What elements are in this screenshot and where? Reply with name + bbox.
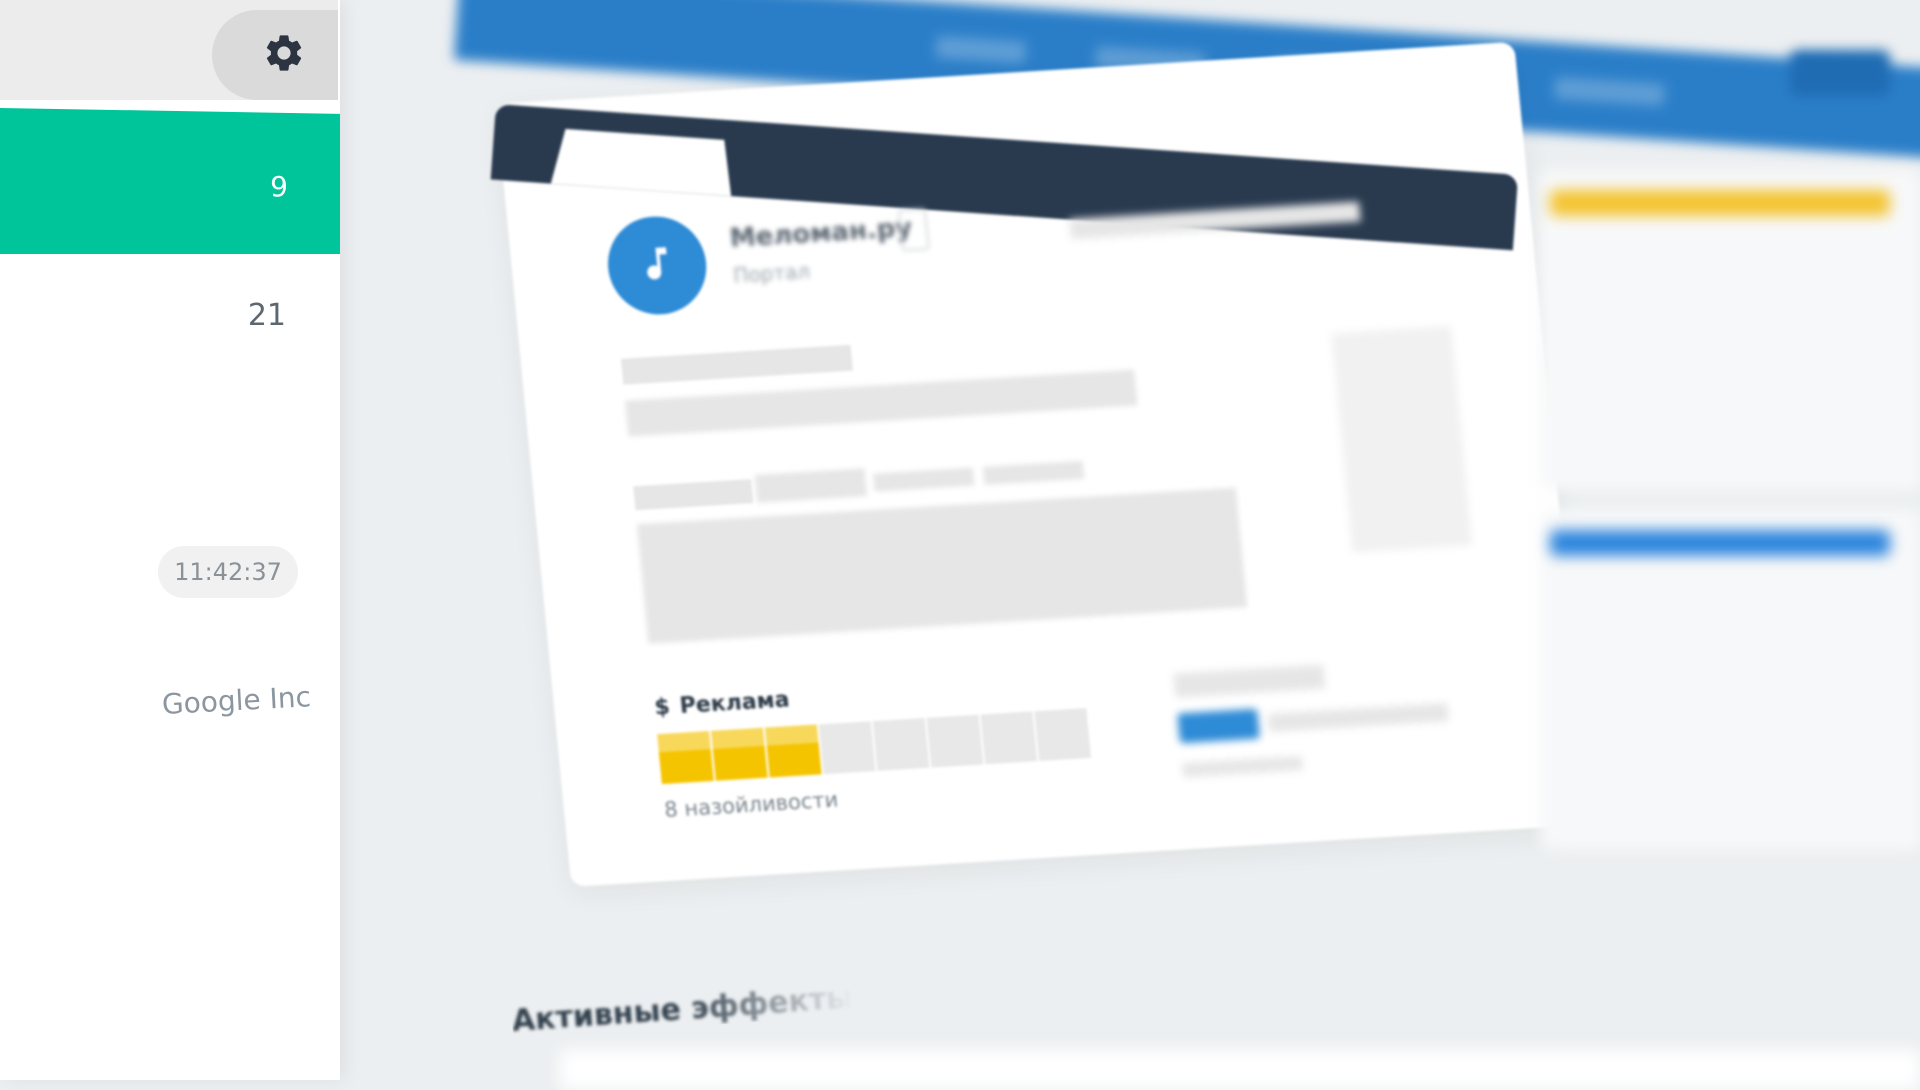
sidebar-item-count: 21	[247, 298, 286, 333]
card-tab[interactable]	[551, 128, 735, 196]
ad-section: $ Реклама 8 назойливости	[653, 669, 1096, 822]
content-placeholder	[636, 487, 1248, 644]
sidebar: 9 21 11:42:37 Google Inc	[0, 0, 340, 1080]
widget-title-placeholder	[1173, 664, 1326, 698]
top-action-button[interactable]	[1790, 50, 1890, 96]
time-badge: 11:42:37	[158, 546, 298, 598]
side-card	[1540, 170, 1920, 490]
app-card: Меломан.ру Портал $ Реклама 8 назойливост…	[490, 41, 1590, 887]
widget-button[interactable]	[1177, 708, 1260, 744]
app-avatar	[603, 213, 711, 318]
widget-text-placeholder	[1181, 756, 1304, 778]
music-note-icon	[634, 241, 680, 289]
company-label: Google Inc	[161, 680, 312, 721]
sidebar-item-active[interactable]: 9	[0, 108, 340, 254]
text-placeholder	[620, 344, 854, 385]
tab-placeholder[interactable]	[754, 468, 868, 503]
ad-level-segment	[818, 721, 876, 775]
nav-link[interactable]	[1553, 76, 1666, 107]
ad-level-segment	[926, 714, 984, 768]
app-tag	[897, 207, 930, 252]
tab-placeholder[interactable]	[633, 479, 754, 511]
side-card	[1540, 510, 1920, 850]
ad-level-segment	[1034, 708, 1092, 762]
tab-placeholder[interactable]	[982, 460, 1085, 485]
effects-strip	[560, 1050, 1920, 1090]
tab-placeholder[interactable]	[872, 467, 975, 492]
app-name: Меломан.ру	[728, 212, 914, 254]
ad-title-label: Реклама	[678, 687, 791, 719]
side-card-header-bar	[1550, 530, 1890, 556]
ad-level-meter	[657, 708, 1093, 785]
sidebar-item-count: 9	[270, 170, 288, 203]
ad-level-segment	[657, 731, 714, 785]
right-column	[1530, 140, 1920, 1040]
side-image-placeholder	[1331, 326, 1473, 553]
widget-text-placeholder	[1267, 703, 1449, 732]
dollar-icon: $	[653, 694, 672, 721]
app-type: Портал	[732, 259, 812, 288]
section-title-active-effects: Активные эффекты	[510, 980, 855, 1039]
sidebar-item[interactable]: 21	[0, 270, 340, 380]
ad-level-segment	[710, 727, 768, 781]
ad-level-segment	[980, 711, 1038, 765]
nav-link[interactable]	[935, 35, 1027, 64]
side-card-header-bar	[1550, 190, 1890, 216]
ad-level-segment	[872, 717, 930, 771]
ad-level-segment	[764, 724, 822, 778]
gear-icon	[262, 31, 306, 79]
settings-button[interactable]	[212, 10, 338, 100]
